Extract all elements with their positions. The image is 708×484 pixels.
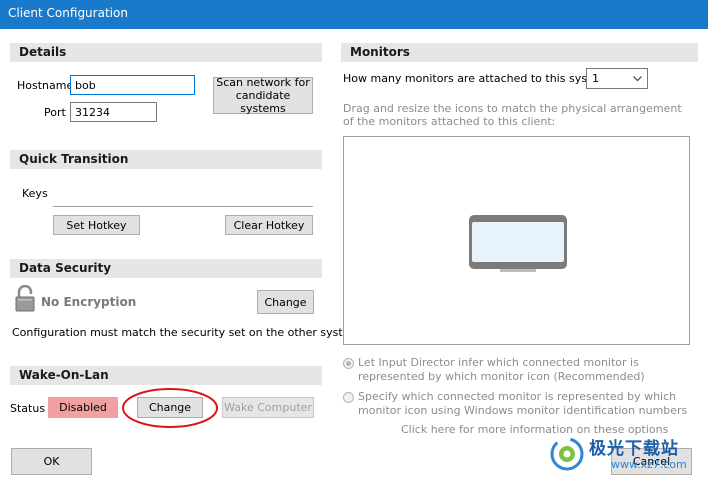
encryption-status: No Encryption	[41, 295, 137, 309]
security-change-button[interactable]: Change	[257, 290, 314, 314]
watermark: 极光下载站 www.xz7.com	[549, 432, 707, 480]
padlock-icon	[15, 285, 35, 312]
hostname-label: Hostname	[17, 79, 74, 92]
monitor-instructions: Drag and resize the icons to match the p…	[343, 102, 682, 128]
window-title: Client Configuration	[8, 6, 128, 20]
monitor-count-label: How many monitors are attached to this s…	[343, 72, 609, 85]
radio-specify-monitor-label: Specify which connected monitor is repre…	[358, 390, 688, 417]
data-security-section-header: Data Security	[10, 259, 322, 278]
wol-status-value: Disabled	[59, 401, 107, 414]
monitor-count-value: 1	[592, 72, 599, 85]
port-label: Port	[44, 106, 66, 119]
scan-network-button[interactable]: Scan network for candidate systems	[213, 76, 313, 115]
monitor-icon[interactable]	[468, 214, 568, 274]
wake-computer-button[interactable]: Wake Computer	[222, 397, 314, 418]
keys-field-line	[53, 206, 313, 207]
radio-infer-monitor-label: Let Input Director infer which connected…	[358, 356, 645, 383]
hostname-input[interactable]: bob	[70, 75, 195, 95]
wol-status-label: Status	[10, 402, 46, 415]
security-note: Configuration must match the security se…	[12, 326, 361, 339]
quick-transition-section-header: Quick Transition	[10, 150, 322, 169]
set-hotkey-button[interactable]: Set Hotkey	[53, 215, 140, 235]
highlight-circle	[122, 388, 218, 428]
monitors-header: Monitors	[350, 45, 410, 59]
monitors-section-header: Monitors	[341, 43, 698, 62]
details-section-header: Details	[10, 43, 322, 62]
chevron-down-icon	[633, 76, 642, 82]
watermark-text: 极光下载站	[589, 439, 679, 459]
wol-status-badge: Disabled	[48, 397, 118, 418]
data-security-header: Data Security	[19, 261, 112, 275]
ok-button[interactable]: OK	[11, 448, 92, 475]
wake-on-lan-section-header: Wake-On-Lan	[10, 366, 322, 385]
watermark-url: www.xz7.com	[611, 458, 687, 471]
clear-hotkey-button[interactable]: Clear Hotkey	[225, 215, 313, 235]
details-header: Details	[19, 45, 67, 59]
radio-infer-monitor[interactable]	[343, 358, 354, 369]
monitor-count-select[interactable]: 1	[586, 68, 648, 89]
keys-label: Keys	[22, 187, 48, 200]
port-input[interactable]: 31234	[70, 102, 157, 122]
wake-on-lan-header: Wake-On-Lan	[19, 368, 109, 382]
monitor-arrangement-area[interactable]	[343, 136, 690, 345]
radio-specify-monitor[interactable]	[343, 392, 354, 403]
title-bar: Client Configuration	[0, 0, 708, 29]
quick-transition-header: Quick Transition	[19, 152, 129, 166]
watermark-logo-icon	[550, 437, 584, 471]
